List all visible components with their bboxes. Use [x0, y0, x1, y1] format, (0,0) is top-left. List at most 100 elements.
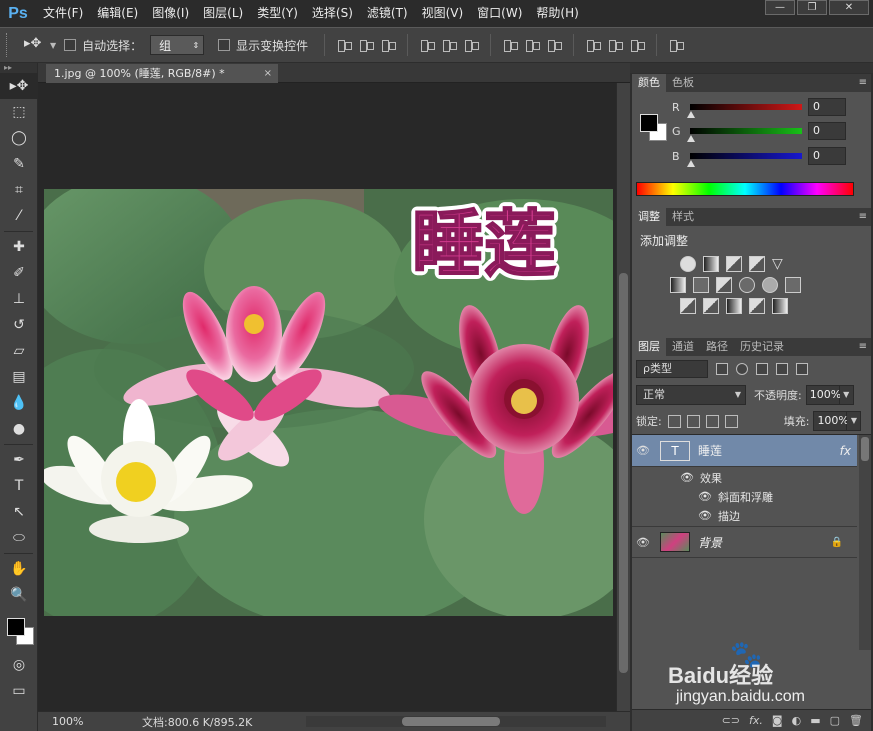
slider-knob[interactable] — [687, 135, 695, 142]
slider-r-value[interactable]: 0 — [808, 98, 846, 116]
dodge-tool-icon[interactable]: ● — [0, 416, 38, 442]
layer-row-text[interactable]: 👁 T 睡莲 fx — [632, 435, 857, 467]
exposure-icon[interactable] — [749, 256, 765, 272]
add-mask-icon[interactable]: ◙ — [772, 714, 783, 727]
align-bottom-icon[interactable] — [380, 38, 397, 52]
lock-position-icon[interactable] — [705, 414, 719, 428]
effect-row-bevel[interactable]: 👁 斜面和浮雕 — [632, 487, 857, 506]
layer-filter-dropdown[interactable]: ρ类型 — [636, 360, 708, 378]
levels-icon[interactable] — [703, 256, 719, 272]
slider-r-track[interactable] — [687, 104, 802, 118]
tab-adjustments[interactable]: 调整 — [632, 208, 666, 226]
toolbox-collapse-icon[interactable]: ▸▸ — [0, 63, 37, 73]
layers-scrollbar[interactable] — [859, 435, 871, 650]
slider-b-value[interactable]: 0 — [808, 147, 846, 165]
clone-stamp-tool-icon[interactable]: ⊥ — [0, 286, 38, 312]
menu-view[interactable]: 视图(V) — [415, 0, 471, 27]
filter-adjustment-icon[interactable] — [736, 363, 748, 375]
lock-pixels-icon[interactable] — [686, 414, 700, 428]
effect-eye-icon[interactable]: 👁 — [698, 509, 712, 522]
gradient-map-icon[interactable] — [772, 298, 788, 314]
panel-menu-icon[interactable]: ≡ — [859, 338, 867, 356]
panel-menu-icon[interactable]: ≡ — [859, 208, 867, 226]
horizontal-scrollbar[interactable] — [306, 716, 606, 727]
invert-icon[interactable] — [680, 298, 696, 314]
brush-tool-icon[interactable]: ✐ — [0, 260, 38, 286]
eraser-tool-icon[interactable]: ▱ — [0, 338, 38, 364]
type-tool-icon[interactable]: T — [0, 473, 38, 499]
eyedropper-tool-icon[interactable]: ⁄ — [0, 203, 38, 229]
vertical-scrollbar[interactable] — [616, 83, 630, 711]
auto-select-dropdown[interactable]: 组 ⇕ — [150, 35, 205, 55]
new-adjustment-icon[interactable]: ◐ — [792, 714, 802, 727]
move-tool-icon[interactable]: ▸✥ — [0, 73, 38, 99]
close-button[interactable]: ✕ — [829, 0, 869, 15]
black-white-icon[interactable] — [716, 277, 732, 293]
gradient-tool-icon[interactable]: ▤ — [0, 364, 38, 390]
selective-color-icon[interactable] — [749, 298, 765, 314]
horizontal-scroll-thumb[interactable] — [402, 717, 500, 726]
lasso-tool-icon[interactable]: ◯ — [0, 125, 38, 151]
filter-type-icon[interactable] — [756, 363, 768, 375]
effects-row[interactable]: 👁 效果 — [632, 468, 857, 487]
trash-icon[interactable]: 🗑 — [849, 714, 863, 727]
new-layer-icon[interactable]: ▢ — [830, 714, 840, 727]
channel-mixer-icon[interactable] — [762, 277, 778, 293]
vibrance-icon[interactable]: ▽ — [772, 256, 788, 272]
show-transform-checkbox[interactable] — [218, 39, 231, 51]
tab-layers[interactable]: 图层 — [632, 338, 666, 356]
water-lily-photo[interactable]: 睡莲 睡莲 — [44, 189, 613, 616]
photo-filter-icon[interactable] — [739, 277, 755, 293]
distribute-top-icon[interactable] — [502, 38, 519, 52]
options-grip[interactable] — [6, 33, 12, 57]
align-right-icon[interactable] — [463, 38, 480, 52]
menu-type[interactable]: 类型(Y) — [250, 0, 305, 27]
history-brush-tool-icon[interactable]: ↺ — [0, 312, 38, 338]
slider-knob[interactable] — [687, 111, 695, 118]
opacity-dropdown-icon[interactable]: ▼ — [839, 385, 854, 405]
menu-layer[interactable]: 图层(L) — [196, 0, 250, 27]
slider-g-value[interactable]: 0 — [808, 122, 846, 140]
layer-row-background[interactable]: 👁 背景 🔒 — [632, 526, 857, 558]
threshold-icon[interactable] — [726, 298, 742, 314]
foreground-color-swatch[interactable] — [640, 114, 658, 132]
document-tab[interactable]: 1.jpg @ 100% (睡莲, RGB/8#) * × — [46, 64, 278, 83]
menu-window[interactable]: 窗口(W) — [470, 0, 529, 27]
hue-saturation-icon[interactable] — [670, 277, 686, 293]
quick-mask-icon[interactable]: ◎ — [0, 652, 38, 678]
vertical-scroll-thumb[interactable] — [619, 273, 628, 673]
menu-help[interactable]: 帮助(H) — [529, 0, 585, 27]
canvas-area[interactable]: 睡莲 睡莲 — [38, 83, 616, 711]
minimize-button[interactable]: — — [765, 0, 795, 15]
posterize-icon[interactable] — [703, 298, 719, 314]
brightness-contrast-icon[interactable] — [680, 256, 696, 272]
fx-icon[interactable]: fx — [840, 444, 851, 458]
move-tool-preset-icon[interactable]: ▸✥ — [24, 36, 50, 54]
link-layers-icon[interactable]: ⊂⊃ — [722, 714, 740, 727]
panel-menu-icon[interactable]: ≡ — [859, 74, 867, 92]
new-group-icon[interactable]: ▬ — [810, 714, 820, 727]
fill-dropdown-icon[interactable]: ▼ — [847, 411, 862, 431]
filter-shape-icon[interactable] — [776, 363, 788, 375]
slider-knob[interactable] — [687, 160, 695, 167]
menu-edit[interactable]: 编辑(E) — [90, 0, 145, 27]
path-select-tool-icon[interactable]: ↖ — [0, 499, 38, 525]
quick-select-tool-icon[interactable]: ✎ — [0, 151, 38, 177]
opacity-field[interactable]: 100% — [805, 385, 841, 405]
screen-mode-icon[interactable]: ▭ — [0, 678, 38, 704]
tab-paths[interactable]: 路径 — [700, 338, 734, 356]
blur-tool-icon[interactable]: 💧 — [0, 390, 38, 416]
effect-eye-icon[interactable]: 👁 — [680, 471, 694, 484]
tab-channels[interactable]: 通道 — [666, 338, 700, 356]
menu-file[interactable]: 文件(F) — [36, 0, 90, 27]
blend-mode-dropdown[interactable]: 正常 ▼ — [636, 385, 746, 405]
zoom-level[interactable]: 100% — [38, 715, 88, 728]
menu-select[interactable]: 选择(S) — [305, 0, 360, 27]
foreground-color-swatch[interactable] — [7, 618, 25, 636]
tab-history[interactable]: 历史记录 — [734, 338, 790, 356]
menu-image[interactable]: 图像(I) — [145, 0, 196, 27]
filter-pixel-icon[interactable] — [716, 363, 728, 375]
distribute-vcenter-icon[interactable] — [524, 38, 541, 52]
align-left-icon[interactable] — [419, 38, 436, 52]
align-hcenter-icon[interactable] — [441, 38, 458, 52]
